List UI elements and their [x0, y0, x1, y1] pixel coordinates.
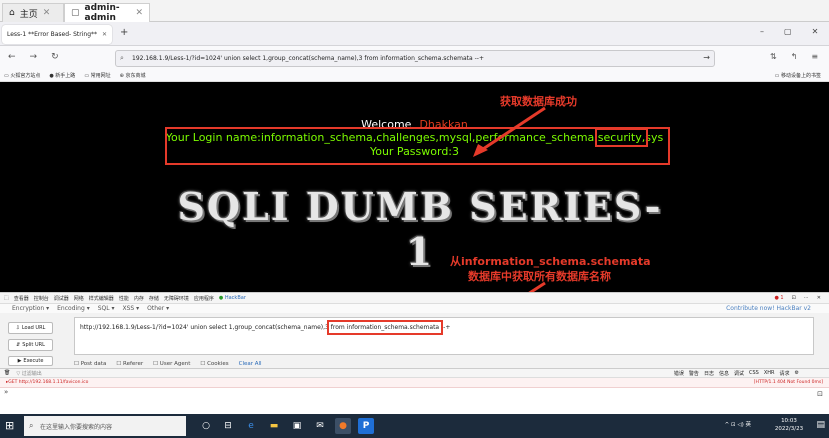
console-log-row[interactable]: ▸ GET http://192.168.1.11/favicon.ico [H… — [0, 378, 829, 388]
user-agent-checkbox[interactable]: ☐ User Agent — [153, 361, 190, 367]
mail-icon[interactable]: ✉ — [312, 418, 328, 434]
split-url-button[interactable]: ⇵ Split URL — [8, 339, 53, 351]
execute-button[interactable]: ▶ Execute — [8, 356, 53, 366]
hackbar-menu-item[interactable]: Encoding ▾ — [57, 305, 90, 312]
log-status: [HTTP/1.1 404 Not Found 0ms] — [753, 380, 823, 385]
split-icon: ⇵ — [16, 342, 21, 348]
task-view-icon[interactable]: ⊟ — [220, 418, 236, 434]
inspect-icon[interactable]: ⬚ — [4, 295, 9, 301]
trash-icon[interactable]: 🗑 — [4, 370, 10, 376]
split-console-icon[interactable]: ⊡ — [817, 390, 823, 398]
devtools-tab[interactable]: 控制台 — [34, 295, 49, 302]
arrow-to-result — [479, 106, 546, 153]
error-count-badge[interactable]: ● 1 — [774, 295, 783, 301]
taskbar-search[interactable]: ⌕ 在这里输入你要搜索的内容 — [24, 416, 186, 436]
devtools-tab[interactable]: 网络 — [74, 295, 84, 302]
console-prompt: » — [4, 388, 9, 396]
gear-icon[interactable]: ⚙ — [795, 370, 799, 377]
p-app-icon[interactable]: P — [358, 418, 374, 434]
clock[interactable]: 10:03 2022/3/23 — [769, 417, 809, 433]
console-level[interactable]: XHR — [764, 370, 775, 377]
hackbar-menu-item[interactable]: Encryption ▾ — [12, 305, 49, 312]
devtools-tab[interactable]: 存储 — [149, 295, 159, 302]
load-url-button[interactable]: ⇩ Load URL — [8, 322, 53, 334]
firefox-icon[interactable]: ● — [335, 418, 351, 434]
hackbar-url-suffix: --+ — [439, 324, 451, 331]
devtools-tab[interactable]: 调试器 — [54, 295, 69, 302]
system-tray: ^ ⊡ ◁) 英 10:03 2022/3/23 — [725, 417, 809, 433]
dock-icon[interactable]: ⊡ — [792, 295, 796, 301]
store-icon[interactable]: ▣ — [289, 418, 305, 434]
hackbar-menu-item[interactable]: Other ▾ — [147, 305, 169, 312]
close-devtools-icon[interactable]: ✕ — [817, 295, 821, 301]
log-text: GET http://192.168.1.11/favicon.ico — [8, 380, 89, 385]
notification-icon[interactable]: ▤ — [816, 420, 825, 430]
devtools-tab-hackbar[interactable]: ● HackBar — [219, 295, 246, 301]
hackbar-url-highlight: from information_schema.schemata — [326, 320, 444, 335]
search-icon: ⌕ — [29, 421, 34, 430]
devtools-tab[interactable]: 内存 — [134, 295, 144, 302]
taskbar-search-placeholder: 在这里输入你要搜索的内容 — [40, 423, 113, 431]
more-icon[interactable]: ⋯ — [804, 295, 809, 301]
file-explorer-icon[interactable]: ▬ — [266, 418, 282, 434]
clock-time: 10:03 — [781, 418, 797, 424]
clock-date: 2022/3/23 — [774, 426, 804, 432]
console-input[interactable]: » ⊡ — [0, 388, 829, 414]
referer-checkbox[interactable]: ☐ Referer — [116, 361, 143, 367]
load-icon: ⇩ — [15, 325, 20, 331]
hackbar-menu: Encryption ▾ Encoding ▾ SQL ▾ XSS ▾ Othe… — [0, 304, 829, 313]
tray-icons[interactable]: ^ ⊡ ◁) 英 — [725, 421, 751, 429]
execute-icon: ▶ — [17, 358, 22, 364]
clear-all-link[interactable]: Clear All — [239, 361, 262, 367]
hackbar-menu-item[interactable]: SQL ▾ — [98, 305, 115, 312]
console-level[interactable]: 警告 — [689, 370, 699, 377]
console-level[interactable]: 信息 — [719, 370, 729, 377]
hackbar-menu-item[interactable]: XSS ▾ — [123, 305, 140, 312]
console-level[interactable]: CSS — [749, 370, 759, 377]
console-level[interactable]: 请求 — [780, 370, 790, 377]
console-level[interactable]: 日志 — [704, 370, 714, 377]
hackbar-options: ☐ Post data ☐ Referer ☐ User Agent ☐ Coo… — [74, 361, 262, 367]
devtools-tab[interactable]: 样式编辑器 — [89, 295, 114, 302]
console-level[interactable]: 调试 — [734, 370, 744, 377]
windows-start-icon[interactable]: ⊞ — [5, 419, 14, 432]
cortana-icon[interactable]: ○ — [198, 418, 214, 434]
devtools-toolbar: ⬚ 查看器 控制台 调试器 网络 样式编辑器 性能 内存 存储 无障碍环境 应用… — [0, 292, 829, 304]
devtools-tab[interactable]: 性能 — [119, 295, 129, 302]
hackbar-url-prefix: http://192.168.1.9/Less-1/?id=1024' unio… — [80, 324, 331, 331]
post-data-checkbox[interactable]: ☐ Post data — [74, 361, 106, 367]
console-level[interactable]: 错误 — [674, 370, 684, 377]
devtools-tab[interactable]: 应用程序 — [194, 295, 214, 302]
cookies-checkbox[interactable]: ☐ Cookies — [200, 361, 228, 367]
contribute-link[interactable]: Contribute now! HackBar v2 — [726, 305, 811, 312]
devtools-tab[interactable]: 无障碍环境 — [164, 295, 189, 302]
devtools-tab[interactable]: 查看器 — [14, 295, 29, 302]
hackbar-url-textarea[interactable]: http://192.168.1.9/Less-1/?id=1024' unio… — [74, 317, 814, 355]
console-toolbar: 🗑 ▽ 过滤输出 错误 警告 日志 信息 调试 CSS XHR 请求 ⚙ — [0, 368, 829, 378]
edge-icon[interactable]: e — [243, 418, 259, 434]
filter-input[interactable]: ▽ 过滤输出 — [16, 370, 41, 377]
